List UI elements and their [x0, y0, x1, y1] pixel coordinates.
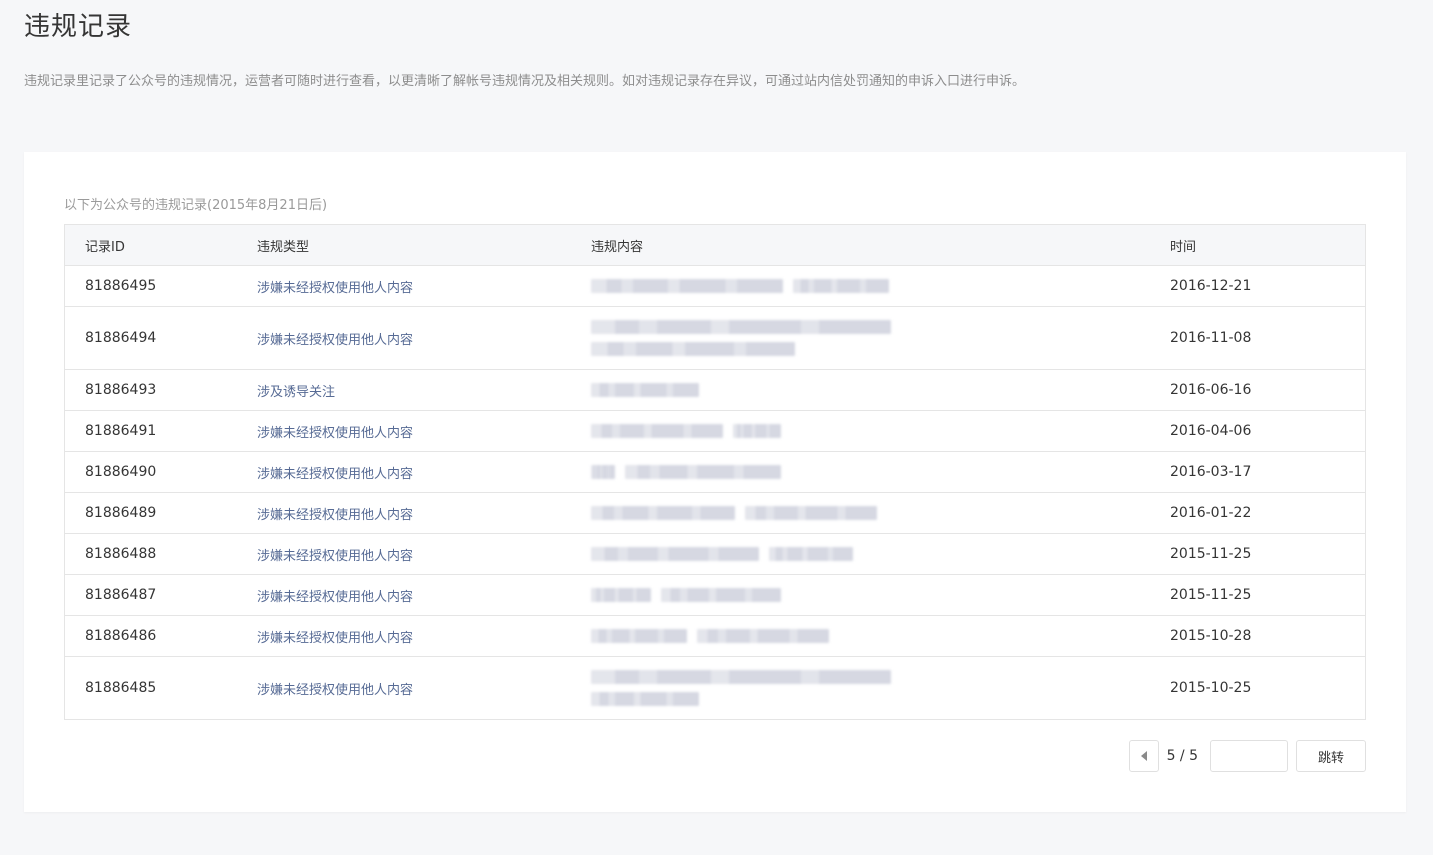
table-row: 81886490 涉嫌未经授权使用他人内容 2016-03-17 [65, 451, 1365, 492]
record-time: 2016-06-16 [1170, 382, 1252, 398]
record-time: 2015-10-28 [1170, 628, 1252, 644]
violation-content-redacted [591, 493, 877, 533]
header-type: 违规类型 [257, 239, 310, 255]
violation-type-link[interactable]: 涉嫌未经授权使用他人内容 [257, 411, 413, 451]
prev-page-button[interactable] [1128, 740, 1159, 772]
record-time: 2016-01-22 [1170, 505, 1252, 521]
page-indicator: 5 / 5 [1166, 748, 1198, 764]
violation-content-redacted [591, 370, 699, 410]
record-time: 2016-04-06 [1170, 423, 1252, 439]
page-jump-input[interactable] [1210, 740, 1288, 772]
caret-left-icon [1140, 751, 1147, 761]
table-row: 81886493 涉及诱导关注 2016-06-16 [65, 369, 1365, 410]
violations-table: 记录ID 违规类型 违规内容 时间 81886495 涉嫌未经授权使用他人内容 … [64, 224, 1366, 720]
jump-button[interactable]: 跳转 [1296, 740, 1366, 772]
record-time: 2016-12-21 [1170, 278, 1252, 294]
record-id: 81886491 [85, 423, 157, 439]
table-row: 81886485 涉嫌未经授权使用他人内容 2015-10-25 [65, 656, 1365, 719]
header-content: 违规内容 [591, 239, 644, 255]
record-id: 81886485 [85, 680, 157, 696]
violation-type-link[interactable]: 涉嫌未经授权使用他人内容 [257, 493, 413, 533]
record-id: 81886488 [85, 546, 157, 562]
table-row: 81886494 涉嫌未经授权使用他人内容 2016-11-08 [65, 306, 1365, 369]
violation-type-link[interactable]: 涉嫌未经授权使用他人内容 [257, 266, 413, 306]
record-id: 81886494 [85, 330, 157, 346]
violation-type-link[interactable]: 涉嫌未经授权使用他人内容 [257, 575, 413, 615]
record-time: 2016-11-08 [1170, 330, 1252, 346]
table-row: 81886491 涉嫌未经授权使用他人内容 2016-04-06 [65, 410, 1365, 451]
record-id: 81886493 [85, 382, 157, 398]
record-id: 81886486 [85, 628, 157, 644]
violation-content-redacted [591, 657, 891, 719]
record-time: 2015-11-25 [1170, 546, 1252, 562]
record-id: 81886487 [85, 587, 157, 603]
header-id: 记录ID [85, 239, 125, 255]
violation-content-redacted [591, 307, 891, 369]
record-time: 2015-11-25 [1170, 587, 1252, 603]
violation-type-link[interactable]: 涉嫌未经授权使用他人内容 [257, 452, 413, 492]
violation-type-link[interactable]: 涉嫌未经授权使用他人内容 [257, 307, 413, 369]
violation-type-link[interactable]: 涉及诱导关注 [257, 370, 335, 410]
record-id: 81886490 [85, 464, 157, 480]
table-row: 81886487 涉嫌未经授权使用他人内容 2015-11-25 [65, 574, 1365, 615]
record-id: 81886495 [85, 278, 157, 294]
page-title: 违规记录 [24, 12, 133, 42]
violation-content-redacted [591, 452, 781, 492]
violation-type-link[interactable]: 涉嫌未经授权使用他人内容 [257, 534, 413, 574]
violation-content-redacted [591, 616, 829, 656]
records-card: 以下为公众号的违规记录(2015年8月21日后) 记录ID 违规类型 违规内容 … [24, 152, 1406, 812]
header-time: 时间 [1170, 239, 1197, 255]
table-row: 81886486 涉嫌未经授权使用他人内容 2015-10-28 [65, 615, 1365, 656]
table-header-row: 记录ID 违规类型 违规内容 时间 [65, 225, 1365, 265]
violation-content-redacted [591, 266, 889, 306]
records-caption: 以下为公众号的违规记录(2015年8月21日后) [64, 198, 328, 213]
page-description: 违规记录里记录了公众号的违规情况，运营者可随时进行查看，以更清晰了解帐号违规情况… [24, 74, 1026, 89]
violation-content-redacted [591, 575, 781, 615]
violation-content-redacted [591, 411, 781, 451]
violation-type-link[interactable]: 涉嫌未经授权使用他人内容 [257, 657, 413, 719]
violation-content-redacted [591, 534, 853, 574]
table-row: 81886488 涉嫌未经授权使用他人内容 2015-11-25 [65, 533, 1365, 574]
pagination: 5 / 5 跳转 [1128, 740, 1366, 772]
table-row: 81886489 涉嫌未经授权使用他人内容 2016-01-22 [65, 492, 1365, 533]
record-time: 2015-10-25 [1170, 680, 1252, 696]
record-id: 81886489 [85, 505, 157, 521]
record-time: 2016-03-17 [1170, 464, 1252, 480]
violation-type-link[interactable]: 涉嫌未经授权使用他人内容 [257, 616, 413, 656]
table-row: 81886495 涉嫌未经授权使用他人内容 2016-12-21 [65, 265, 1365, 306]
